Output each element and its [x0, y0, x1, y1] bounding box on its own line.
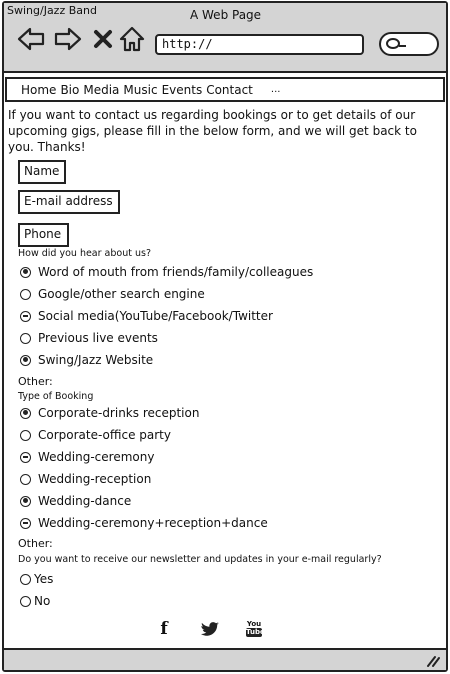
- email-field[interactable]: E-mail address: [18, 190, 120, 214]
- intro-text: If you want to contact us regarding book…: [8, 108, 417, 154]
- twitter-bird-shape: [201, 622, 219, 636]
- back-button[interactable]: [17, 25, 45, 53]
- arrow-right-icon: [54, 27, 82, 51]
- booking-option-1[interactable]: Corporate-office party: [20, 428, 171, 442]
- radio-label: Word of mouth from friends/family/collea…: [38, 265, 314, 279]
- hear-option-2[interactable]: Social media(YouTube/Facebook/Twitter: [20, 309, 273, 323]
- radio-label: Wedding-ceremony+reception+dance: [38, 516, 268, 530]
- newsletter-question: Do you want to receive our newsletter an…: [18, 554, 382, 565]
- radio-social-media[interactable]: [20, 310, 31, 322]
- radio-label: Wedding-dance: [38, 494, 132, 508]
- search-box[interactable]: [379, 32, 439, 56]
- nav-more[interactable]: ...: [271, 84, 281, 95]
- radio-label: Google/other search engine: [38, 287, 205, 301]
- booking-question: Type of Booking: [18, 391, 94, 402]
- page-title: A Web Page: [190, 8, 262, 22]
- radio-drinks-reception[interactable]: [20, 407, 31, 419]
- radio-label: Yes: [34, 572, 54, 586]
- radio-wedding-reception[interactable]: [20, 473, 31, 485]
- forward-button[interactable]: [54, 25, 82, 53]
- window-title: Swing/Jazz Band: [7, 4, 97, 17]
- booking-option-0[interactable]: Corporate-drinks reception: [20, 406, 199, 420]
- booking-option-4[interactable]: Wedding-dance: [20, 494, 131, 508]
- radio-label: Social media(YouTube/Facebook/Twitter: [38, 309, 273, 323]
- radio-label: Wedding-ceremony: [38, 450, 155, 464]
- close-icon: [94, 30, 112, 48]
- radio-label: Previous live events: [38, 331, 158, 345]
- radio-word-of-mouth[interactable]: [20, 266, 31, 278]
- youtube-label-bottom: Tube: [246, 628, 265, 637]
- browser-window: Swing/Jazz Band A Web Page http:// Home …: [2, 1, 448, 672]
- radio-label: No: [34, 594, 51, 608]
- radio-label: Corporate-drinks reception: [38, 406, 200, 420]
- youtube-icon[interactable]: You Tube: [245, 620, 265, 638]
- stop-button[interactable]: [92, 25, 114, 53]
- contact-content: If you want to contact us regarding book…: [8, 107, 444, 155]
- hear-option-0[interactable]: Word of mouth from friends/family/collea…: [20, 265, 313, 279]
- radio-search-engine[interactable]: [20, 288, 31, 300]
- nav-home[interactable]: Home: [21, 83, 56, 97]
- hear-other-label: Other:: [18, 375, 53, 388]
- newsletter-option-1[interactable]: No: [20, 594, 50, 608]
- hear-about-question: How did you hear about us?: [18, 248, 151, 259]
- phone-field[interactable]: Phone: [18, 223, 69, 247]
- hear-option-1[interactable]: Google/other search engine: [20, 287, 205, 301]
- booking-other-label: Other:: [18, 537, 53, 550]
- radio-wedding-ceremony[interactable]: [20, 451, 31, 463]
- nav-contact[interactable]: Contact: [206, 83, 253, 97]
- nav-events[interactable]: Events: [162, 83, 203, 97]
- resize-grip-icon[interactable]: [426, 655, 440, 667]
- facebook-icon[interactable]: f: [155, 620, 173, 638]
- nav-media[interactable]: Media: [83, 83, 119, 97]
- site-nav: Home Bio Media Music Events Contact ...: [5, 77, 445, 102]
- url-input[interactable]: http://: [155, 34, 364, 55]
- radio-label: Wedding-reception: [38, 472, 152, 486]
- booking-option-2[interactable]: Wedding-ceremony: [20, 450, 154, 464]
- radio-office-party[interactable]: [20, 429, 31, 441]
- booking-option-5[interactable]: Wedding-ceremony+reception+dance: [20, 516, 268, 530]
- radio-label: Swing/Jazz Website: [38, 353, 154, 367]
- hear-option-3[interactable]: Previous live events: [20, 331, 158, 345]
- home-button[interactable]: [119, 25, 145, 53]
- radio-wedding-dance[interactable]: [20, 495, 31, 507]
- nav-bio[interactable]: Bio: [60, 83, 79, 97]
- radio-no[interactable]: [20, 595, 31, 607]
- hear-option-4[interactable]: Swing/Jazz Website: [20, 353, 153, 367]
- radio-yes[interactable]: [20, 573, 31, 585]
- title-bar: Swing/Jazz Band A Web Page http://: [4, 3, 446, 73]
- name-field[interactable]: Name: [18, 160, 66, 184]
- radio-wedding-full[interactable]: [20, 517, 31, 529]
- twitter-icon[interactable]: [201, 620, 219, 638]
- arrow-left-icon: [17, 27, 45, 51]
- nav-music[interactable]: Music: [123, 83, 157, 97]
- radio-live-events[interactable]: [20, 332, 31, 344]
- booking-option-3[interactable]: Wedding-reception: [20, 472, 151, 486]
- status-bar: [4, 648, 446, 670]
- search-icon: [386, 38, 406, 49]
- home-icon: [119, 26, 145, 52]
- radio-label: Corporate-office party: [38, 428, 171, 442]
- youtube-label-top: You: [246, 620, 262, 628]
- newsletter-option-0[interactable]: Yes: [20, 572, 53, 586]
- radio-website[interactable]: [20, 354, 31, 366]
